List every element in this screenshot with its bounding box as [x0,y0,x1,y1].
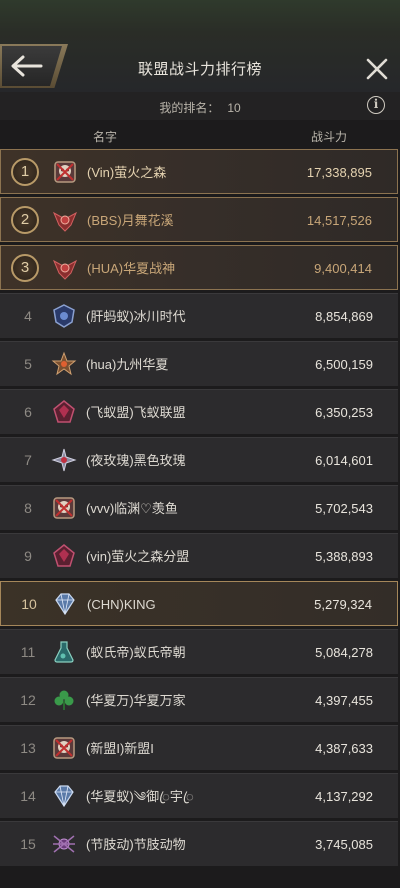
table-row[interactable]: 10 (CHN)KING 5,279,324 [0,581,398,626]
alliance-power: 5,702,543 [315,501,373,516]
alliance-name: (新盟I)新盟I [86,741,154,756]
alliance-power: 3,745,085 [315,837,373,852]
blue-shield-emblem-icon [53,304,75,328]
table-row[interactable]: 7 (夜玫瑰)黑色玫瑰 6,014,601 [0,437,398,482]
rank-number: 4 [24,308,32,324]
rank-number: 15 [20,836,36,852]
table-row[interactable]: 13 (新盟I)新盟I 4,387,633 [0,725,398,770]
table-row[interactable]: 8 (vvv)临渊♡羡鱼 5,702,543 [0,485,398,530]
rank-number: 13 [20,740,36,756]
alliance-name: (华夏万)华夏万家 [86,693,186,708]
table-row[interactable]: 12 (华夏万)华夏万家 4,397,455 [0,677,398,722]
alliance-name: (华夏蚁)༄御ꦿ宇ꦿ [86,789,194,804]
alliance-power: 5,084,278 [315,645,373,660]
rank-medal: 3 [11,254,39,282]
alliance-power: 6,350,253 [315,405,373,420]
column-header: 名字 战斗力 [0,122,400,148]
alliance-name: (vin)萤火之森分盟 [86,549,190,564]
alliance-name: (CHN)KING [87,597,156,612]
alliance-name: (飞蚁盟)飞蚁联盟 [86,405,186,420]
red-wings-emblem-icon [52,211,78,232]
close-icon[interactable] [364,56,390,82]
my-rank-bar: 我的排名： 10 i [0,92,400,120]
alliance-power: 6,014,601 [315,453,373,468]
red-wings-emblem-icon [52,259,78,280]
my-rank-text: 我的排名： 10 [0,99,400,116]
table-row[interactable]: 3 (HUA)华夏战神 9,400,414 [0,245,398,290]
alliance-power: 5,279,324 [314,597,372,612]
table-row[interactable]: 5 (hua)九州华夏 6,500,159 [0,341,398,386]
rank-number: 10 [21,596,37,612]
alliance-name: (vvv)临渊♡羡鱼 [86,501,178,516]
alliance-name: (HUA)华夏战神 [87,261,176,276]
red-skull-emblem-icon [54,161,76,183]
table-row[interactable]: 11 (蚁氏帝)蚁氏帝朝 5,084,278 [0,629,398,674]
bronze-star-emblem-icon [51,351,77,376]
alliance-power: 6,500,159 [315,357,373,372]
crimson-gem-emblem-icon [53,400,75,423]
alliance-name: (hua)九州华夏 [86,357,169,372]
alliance-power: 17,338,895 [306,165,372,180]
table-row[interactable]: 15 (节肢动)节肢动物 3,745,085 [0,821,398,866]
table-row[interactable]: 9 (vin)萤火之森分盟 5,388,893 [0,533,398,578]
rank-number: 5 [24,356,32,372]
alliance-name: (Vin)萤火之森 [87,165,167,180]
page-title: 联盟战斗力排行榜 [137,61,262,78]
ranking-list[interactable]: 1 (Vin)萤火之森 17,338,895 2 (BBS)月舞花溪 14,517,526… [0,149,400,869]
alliance-power: 9,400,414 [314,261,372,276]
table-row[interactable]: 6 (飞蚁盟)飞蚁联盟 6,350,253 [0,389,398,434]
rank-medal: 2 [11,206,39,234]
crimson-gem-emblem-icon [53,544,75,567]
rank-medal: 1 [11,158,39,186]
rank-number: 9 [24,548,32,564]
clover-emblem-icon [54,690,74,710]
table-row[interactable]: 2 (BBS)月舞花溪 14,517,526 [0,197,398,242]
top-bar: 联盟战斗力排行榜 [0,0,400,92]
alliance-name: (BBS)月舞花溪 [87,213,174,228]
rank-number: 12 [20,692,36,708]
alliance-name: (蚁氏帝)蚁氏帝朝 [86,645,186,660]
alliance-power: 5,388,893 [315,549,373,564]
alliance-power: 8,854,869 [315,309,373,324]
table-row[interactable]: 14 (华夏蚁)༄御ꦿ宇ꦿ 4,137,292 [0,773,398,818]
purple-spider-emblem-icon [53,835,75,853]
my-rank-value: 10 [227,101,241,115]
silver-star-emblem-icon [51,448,77,472]
table-row[interactable]: 1 (Vin)萤火之森 17,338,895 [0,149,398,194]
table-row[interactable]: 4 (肝蚂蚁)冰川时代 8,854,869 [0,293,398,338]
rank-number: 6 [24,404,32,420]
rank-number: 8 [24,500,32,516]
red-skull-emblem-icon [53,737,75,759]
alliance-name: (节肢动)节肢动物 [86,837,186,852]
alliance-power: 4,387,633 [315,741,373,756]
column-name-label: 名字 [93,130,118,144]
rank-number: 11 [20,644,36,660]
alliance-name: (夜玫瑰)黑色玫瑰 [86,453,186,468]
alliance-power: 4,397,455 [315,693,373,708]
rank-number: 7 [24,452,32,468]
diamond-emblem-icon [55,593,75,616]
info-icon[interactable]: i [367,96,385,114]
teal-flask-emblem-icon [54,641,74,663]
my-rank-label: 我的排名： [159,101,220,115]
rank-number: 14 [20,788,36,804]
alliance-name: (肝蚂蚁)冰川时代 [86,309,186,324]
alliance-power: 4,137,292 [315,789,373,804]
diamond-emblem-icon [54,785,74,808]
column-power-label: 战斗力 [311,130,348,144]
red-skull-emblem-icon [53,497,75,519]
alliance-power: 14,517,526 [306,213,372,228]
